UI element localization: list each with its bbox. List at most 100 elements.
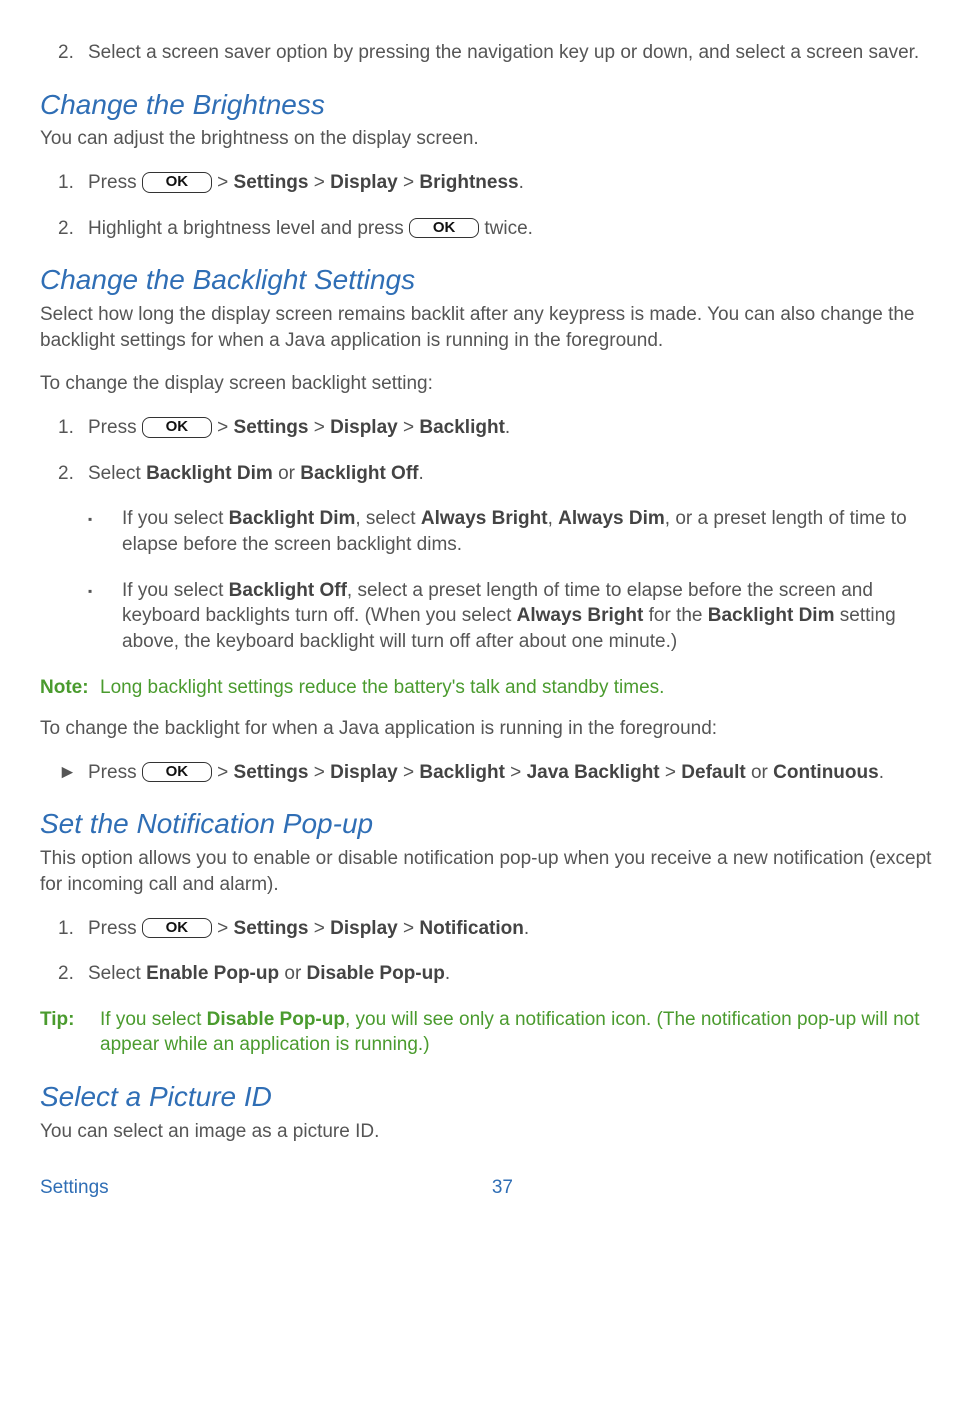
list-item: ► Press OK > Settings > Display > Backli… (40, 760, 943, 786)
text: , (548, 508, 559, 529)
list-item: 2. Select a screen saver option by press… (40, 40, 943, 66)
list-body: Select a screen saver option by pressing… (88, 40, 943, 66)
menu-path: Brightness (419, 172, 518, 193)
text: If you select (122, 508, 229, 529)
list-item: 1. Press OK > Settings > Display > Backl… (40, 415, 943, 441)
option: Always Bright (421, 508, 548, 529)
list-item: 2. Select Enable Pop-up or Disable Pop-u… (40, 961, 943, 987)
text: . (519, 172, 524, 193)
list-number: 2. (58, 216, 88, 242)
tip-body: If you select Disable Pop-up, you will s… (100, 1007, 943, 1058)
text: . (418, 463, 423, 484)
list-number: 1. (58, 170, 88, 196)
list-body: Select Backlight Dim or Backlight Off. (88, 461, 943, 487)
text: If you select (122, 580, 229, 601)
separator: > (212, 417, 234, 438)
tip-label: Tip: (40, 1007, 100, 1058)
menu-path: Settings (234, 918, 309, 939)
menu-path: Java Backlight (527, 762, 660, 783)
list-item: 2. Highlight a brightness level and pres… (40, 216, 943, 242)
note-body: Long backlight settings reduce the batte… (100, 675, 943, 701)
footer-section: Settings (40, 1175, 109, 1201)
bullet-icon: ▪ (88, 506, 122, 527)
separator: > (660, 762, 682, 783)
sub-backlight-2: To change the backlight for when a Java … (40, 716, 943, 742)
separator: > (212, 918, 234, 939)
intro-notification: This option allows you to enable or disa… (40, 846, 943, 897)
list-number: 1. (58, 415, 88, 441)
text: Press (88, 918, 142, 939)
text: for the (643, 605, 707, 626)
text: or (746, 762, 773, 783)
list-number: 2. (58, 461, 88, 487)
backlight-sublist: ▪ If you select Backlight Dim, select Al… (40, 506, 943, 654)
separator: > (308, 918, 330, 939)
intro-backlight: Select how long the display screen remai… (40, 302, 943, 353)
separator: > (212, 172, 234, 193)
text: Select (88, 463, 146, 484)
text: Press (88, 417, 142, 438)
option: Backlight Off (300, 463, 418, 484)
notification-steps: 1. Press OK > Settings > Display > Notif… (40, 916, 943, 987)
option: Backlight Dim (229, 508, 356, 529)
option: Backlight Off (229, 580, 347, 601)
sub-backlight-1: To change the display screen backlight s… (40, 371, 943, 397)
list-body: Select Enable Pop-up or Disable Pop-up. (88, 961, 943, 987)
note: Note: Long backlight settings reduce the… (40, 675, 943, 701)
text: or (273, 463, 300, 484)
bullet-icon: ▪ (88, 578, 122, 599)
orphan-list: 2. Select a screen saver option by press… (40, 40, 943, 66)
option: Backlight Dim (146, 463, 273, 484)
ok-button-icon: OK (142, 918, 212, 939)
arrow-icon: ► (58, 760, 88, 786)
separator: > (308, 417, 330, 438)
list-body: If you select Backlight Dim, select Alwa… (122, 506, 943, 557)
menu-path: Settings (234, 417, 309, 438)
text: Select (88, 963, 146, 984)
list-body: Press OK > Settings > Display > Notifica… (88, 916, 943, 942)
text: Press (88, 762, 142, 783)
list-item: ▪ If you select Backlight Off, select a … (40, 578, 943, 655)
text: . (879, 762, 884, 783)
heading-backlight: Change the Backlight Settings (40, 261, 943, 299)
ok-button-icon: OK (409, 218, 479, 239)
footer-page-number: 37 (492, 1175, 513, 1201)
menu-path: Display (330, 172, 398, 193)
text: , select (355, 508, 420, 529)
list-item: 2. Select Backlight Dim or Backlight Off… (40, 461, 943, 487)
separator: > (212, 762, 234, 783)
option: Disable Pop-up (207, 1009, 345, 1030)
separator: > (398, 417, 420, 438)
list-number: 2. (58, 961, 88, 987)
text: . (445, 963, 450, 984)
list-item: ▪ If you select Backlight Dim, select Al… (40, 506, 943, 557)
menu-path: Settings (234, 762, 309, 783)
list-body: Press OK > Settings > Display > Backligh… (88, 415, 943, 441)
list-body: Press OK > Settings > Display > Backligh… (88, 760, 943, 786)
note-label: Note: (40, 675, 100, 701)
intro-picture-id: You can select an image as a picture ID. (40, 1119, 943, 1145)
separator: > (398, 918, 420, 939)
brightness-steps: 1. Press OK > Settings > Display > Brigh… (40, 170, 943, 241)
list-item: 1. Press OK > Settings > Display > Brigh… (40, 170, 943, 196)
separator: > (308, 172, 330, 193)
text: Press (88, 172, 142, 193)
text: . (524, 918, 529, 939)
option: Always Dim (558, 508, 665, 529)
option: Enable Pop-up (146, 963, 279, 984)
intro-brightness: You can adjust the brightness on the dis… (40, 126, 943, 152)
menu-path: Display (330, 762, 398, 783)
list-number: 1. (58, 916, 88, 942)
separator: > (505, 762, 527, 783)
text: twice. (479, 218, 533, 239)
menu-path: Backlight (419, 762, 505, 783)
option: Always Bright (517, 605, 644, 626)
separator: > (398, 762, 420, 783)
menu-path: Display (330, 918, 398, 939)
heading-notification: Set the Notification Pop-up (40, 805, 943, 843)
text: or (279, 963, 306, 984)
menu-path: Display (330, 417, 398, 438)
list-body: Press OK > Settings > Display > Brightne… (88, 170, 943, 196)
heading-picture-id: Select a Picture ID (40, 1078, 943, 1116)
ok-button-icon: OK (142, 417, 212, 438)
